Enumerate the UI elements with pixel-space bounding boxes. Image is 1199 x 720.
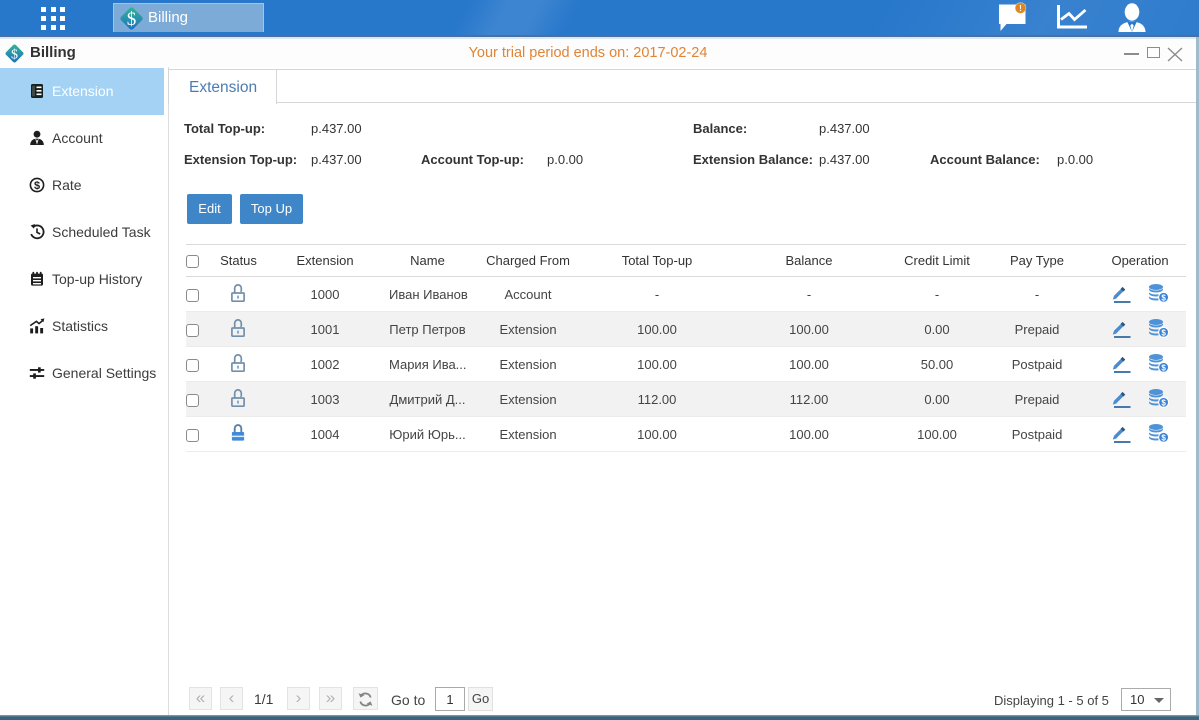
svg-text:$: $ — [127, 9, 137, 30]
svg-text:$: $ — [1162, 433, 1167, 442]
svg-text:$: $ — [34, 180, 40, 192]
svg-text:$: $ — [1162, 328, 1167, 337]
svg-text:!: ! — [1019, 4, 1022, 13]
svg-text:$: $ — [1162, 398, 1167, 407]
svg-text:$: $ — [1162, 363, 1167, 372]
svg-text:$: $ — [1162, 293, 1167, 302]
